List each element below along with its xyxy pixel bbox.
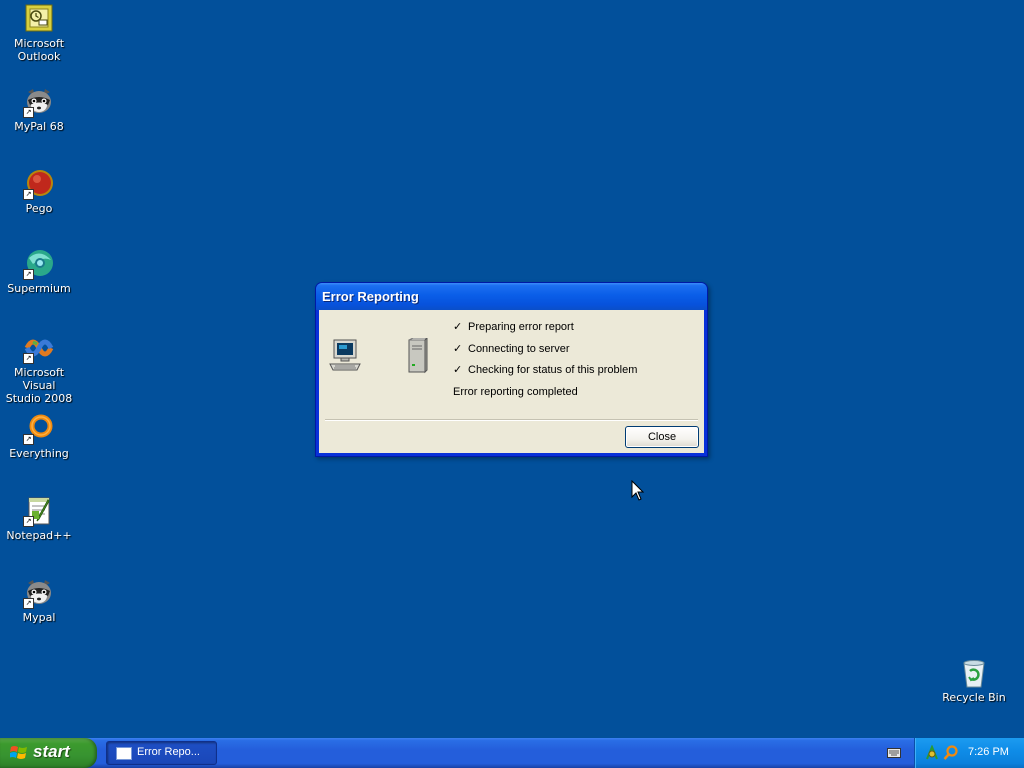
visual-studio-icon: ↗ (23, 332, 55, 364)
check-icon: ✓ (453, 321, 463, 333)
mouse-cursor-icon (631, 479, 645, 502)
step-label: Checking for status of this problem (468, 364, 638, 376)
desktop-icon-label: Everything (9, 447, 69, 460)
clock[interactable]: 7:26 PM (968, 746, 1009, 758)
taskbar-item-error-reporting[interactable]: Error Repo... (106, 741, 217, 765)
raccoon-icon: ↗ (23, 577, 55, 609)
desktop-icon-recycle-bin[interactable]: Recycle Bin (935, 657, 1013, 704)
status-message: Error reporting completed (453, 386, 578, 398)
desktop-icon-everything[interactable]: ↗ Everything (0, 413, 78, 460)
desktop-icon-pego[interactable]: ↗ Pego (0, 168, 78, 215)
dialog-title: Error Reporting (322, 289, 419, 304)
desktop-icon-label: Notepad++ (6, 529, 72, 542)
progress-steps: ✓ Preparing error report ✓ Connecting to… (453, 320, 703, 385)
dialog-body: ✓ Preparing error report ✓ Connecting to… (319, 310, 704, 453)
start-button[interactable]: start (0, 738, 97, 768)
error-reporting-dialog: Error Reporting ✓ Preparing error report… (315, 282, 708, 457)
system-tray: 7:26 PM (914, 738, 1024, 768)
step-preparing-report: ✓ Preparing error report (453, 320, 703, 342)
shortcut-arrow-icon: ↗ (23, 598, 34, 609)
divider (325, 419, 698, 421)
close-button[interactable]: Close (625, 426, 699, 448)
dialog-titlebar[interactable]: Error Reporting (316, 283, 707, 310)
desktop-icon-label: Mypal (22, 611, 56, 624)
network-tray-icon[interactable] (925, 744, 939, 761)
desktop-icon-mypal-68[interactable]: ↗ MyPal 68 (0, 86, 78, 133)
notepadpp-icon: ↗ (23, 495, 55, 527)
check-icon: ✓ (453, 342, 463, 355)
desktop-icon-outlook[interactable]: Microsoft Outlook (0, 3, 78, 63)
shortcut-arrow-icon: ↗ (23, 189, 34, 200)
desktop-icon-label: Supermium (7, 282, 71, 295)
desktop-icon-notepadpp[interactable]: ↗ Notepad++ (0, 495, 78, 542)
supermium-icon: ↗ (23, 248, 55, 280)
taskbar: start Error Repo... 7:26 PM (0, 738, 1024, 768)
shortcut-arrow-icon: ↗ (23, 353, 34, 364)
start-label: start (33, 742, 70, 761)
raccoon-icon: ↗ (23, 86, 55, 118)
desktop-icon-supermium[interactable]: ↗ Supermium (0, 248, 78, 295)
windows-flag-icon (9, 745, 28, 761)
shortcut-arrow-icon: ↗ (23, 434, 34, 445)
desktop-icon-label: Recycle Bin (942, 691, 1006, 704)
shortcut-arrow-icon: ↗ (23, 269, 34, 280)
step-connecting-server: ✓ Connecting to server (453, 342, 703, 364)
desktop-icon-mypal[interactable]: ↗ Mypal (0, 577, 78, 624)
shortcut-arrow-icon: ↗ (23, 107, 34, 118)
desktop-icon-label: Microsoft Outlook (13, 37, 65, 63)
desktop-icon-label: Pego (25, 202, 53, 215)
pego-icon: ↗ (23, 168, 55, 200)
step-checking-status: ✓ Checking for status of this problem (453, 363, 703, 385)
everything-icon: ↗ (23, 413, 55, 445)
desktop-icon-label: Microsoft Visual Studio 2008 (5, 366, 73, 405)
recycle-bin-icon (958, 657, 990, 689)
step-label: Connecting to server (468, 342, 570, 355)
check-icon: ✓ (453, 364, 463, 376)
search-tray-icon[interactable] (943, 745, 959, 761)
keyboard-icon[interactable] (887, 748, 901, 758)
server-icon (405, 336, 429, 374)
window-icon (116, 747, 132, 760)
desktop: Microsoft Outlook ↗ MyPal 68 ↗ Pego ↗ Su… (0, 0, 1024, 738)
desktop-icon-visual-studio-2008[interactable]: ↗ Microsoft Visual Studio 2008 (0, 332, 78, 405)
taskbar-item-label: Error Repo... (137, 746, 200, 758)
shortcut-arrow-icon: ↗ (23, 516, 34, 527)
step-label: Preparing error report (468, 321, 574, 333)
computer-icon (329, 338, 363, 372)
outlook-icon (23, 3, 55, 35)
desktop-icon-label: MyPal 68 (14, 120, 64, 133)
